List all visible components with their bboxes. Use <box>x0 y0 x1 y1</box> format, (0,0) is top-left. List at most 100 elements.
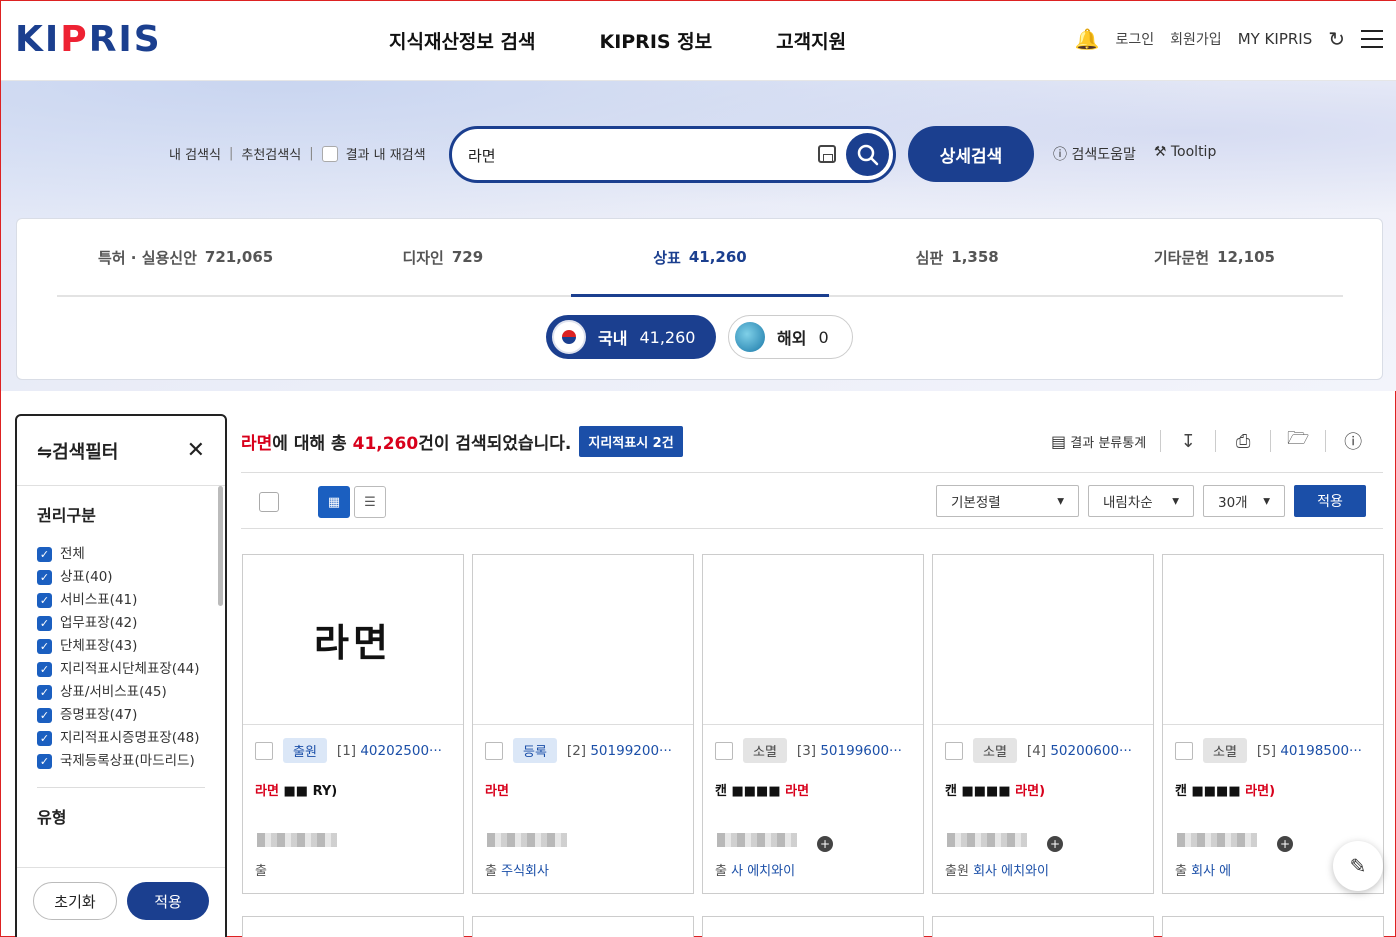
result-card[interactable] <box>472 916 694 937</box>
application-number-link[interactable]: 50200600··· <box>1050 743 1132 759</box>
result-card[interactable] <box>702 916 924 937</box>
applicant: 출 사 에치와이 <box>715 864 796 879</box>
card-checkbox[interactable] <box>1175 741 1193 760</box>
application-number-link[interactable]: 40202500··· <box>360 743 442 759</box>
result-card[interactable] <box>932 916 1154 937</box>
plus-icon[interactable]: + <box>1047 836 1063 852</box>
result-card[interactable]: 라면 출원 [1] 40202500··· 라면 ■■ RY) 출 <box>242 554 464 894</box>
tab-trial[interactable]: 심판 1,358 <box>829 219 1086 295</box>
filter-option[interactable]: ✓ 지리적표시단체표장(44) <box>37 661 205 677</box>
search-box <box>449 126 896 183</box>
trademark-name[interactable]: 라면 <box>485 780 509 799</box>
card-checkbox[interactable] <box>715 741 733 760</box>
filter-option[interactable]: ✓ 업무표장(42) <box>37 615 205 631</box>
plus-icon[interactable]: + <box>1277 836 1293 852</box>
application-number-link[interactable]: 50199600··· <box>820 743 902 759</box>
order-select[interactable]: 내림차순 ▾ <box>1088 485 1194 517</box>
filter-option[interactable]: ✓ 상표/서비스표(45) <box>37 684 205 700</box>
trademark-image[interactable]: 라면 <box>243 555 463 725</box>
filter-option[interactable]: ✓ 국제등록상표(마드리드) <box>37 753 205 769</box>
filter-option[interactable]: ✓ 서비스표(41) <box>37 592 205 608</box>
filter-scrollbar[interactable] <box>218 486 223 606</box>
filter-footer: 초기화 적용 <box>17 867 225 937</box>
sort-select[interactable]: 기본정렬 ▾ <box>936 485 1079 517</box>
edit-icon[interactable]: ✎ <box>1333 841 1383 891</box>
menu-icon[interactable] <box>1361 30 1383 48</box>
card-view-icon[interactable]: ▦ <box>318 486 350 518</box>
plus-icon[interactable]: + <box>817 836 833 852</box>
card-checkbox[interactable] <box>485 741 503 760</box>
info-icon[interactable]: ⓘ <box>1340 428 1366 454</box>
kipris-logo[interactable]: KIPRIS <box>15 19 162 60</box>
filter-option[interactable]: ✓ 증명표장(47) <box>37 707 205 723</box>
result-card[interactable]: 소멸 [4] 50200600··· 캔 ■■■■ 라면) + 출원 회사 에치와… <box>932 554 1154 894</box>
result-card[interactable] <box>1162 916 1384 937</box>
next-row-cards <box>242 916 1384 937</box>
trademark-image[interactable] <box>1163 555 1383 725</box>
result-cards: 라면 출원 [1] 40202500··· 라면 ■■ RY) 출 등록 [2] 5… <box>242 554 1384 894</box>
filter-option[interactable]: ✓ 단체표장(43) <box>37 638 205 654</box>
card-checkbox[interactable] <box>945 741 963 760</box>
globe-icon <box>735 322 765 352</box>
tab-patent[interactable]: 특허 · 실용신안 721,065 <box>57 219 314 295</box>
accessibility-icon[interactable]: ↻ <box>1328 27 1345 51</box>
mykipris-link[interactable]: MY KIPRIS <box>1238 30 1313 48</box>
search-input[interactable] <box>468 141 798 169</box>
application-number-link[interactable]: 40198500··· <box>1280 743 1362 759</box>
tab-design[interactable]: 디자인 729 <box>314 219 571 295</box>
search-help-link[interactable]: ⓘ 검색도움말 <box>1053 144 1136 164</box>
search-button[interactable] <box>846 133 889 176</box>
gnb-kipris-info[interactable]: KIPRIS 정보 <box>599 27 712 54</box>
trademark-name[interactable]: 캔 ■■■■ 라면 <box>715 780 809 799</box>
result-summary: 라면에 대해 총 41,260건이 검색되었습니다. 지리적표시 2건 <box>241 426 683 457</box>
application-number-link[interactable]: 50199200··· <box>590 743 672 759</box>
list-view-icon[interactable]: ☰ <box>354 486 386 518</box>
tab-other-docs[interactable]: 기타문헌 12,105 <box>1086 219 1343 295</box>
trademark-image[interactable] <box>473 555 693 725</box>
status-badge: 소멸 <box>973 738 1017 763</box>
advanced-search-button[interactable]: 상세검색 <box>908 126 1034 182</box>
save-icon[interactable] <box>818 145 836 163</box>
folder-icon[interactable]: 🗁 <box>1285 426 1311 456</box>
filter-option[interactable]: ✓ 지리적표시증명표장(48) <box>37 730 205 746</box>
region-toggle: 국내 41,260 해외 0 <box>546 315 853 359</box>
filter-option[interactable]: ✓ 상표(40) <box>37 569 205 585</box>
region-overseas-button[interactable]: 해외 0 <box>728 315 853 359</box>
applicant: 출원 회사 에치와이 <box>945 864 1049 879</box>
filter-title: ⇋검색필터 <box>37 441 119 463</box>
per-page-select[interactable]: 30개 ▾ <box>1203 485 1285 517</box>
select-all-checkbox[interactable] <box>259 492 279 512</box>
filter-apply-button[interactable]: 적용 <box>127 882 209 920</box>
print-icon[interactable]: ⎙ <box>1230 431 1256 452</box>
gnb-customer-support[interactable]: 고객지원 <box>776 27 846 54</box>
join-link[interactable]: 회원가입 <box>1170 29 1222 49</box>
trademark-name[interactable]: 라면 ■■ RY) <box>255 780 337 799</box>
result-card[interactable]: 등록 [2] 50199200··· 라면 출 주식회사 <box>472 554 694 894</box>
geo-indication-button[interactable]: 지리적표시 2건 <box>579 426 683 457</box>
tab-trademark[interactable]: 상표 41,260 <box>571 219 829 297</box>
research-checkbox[interactable] <box>321 145 338 162</box>
status-badge: 출원 <box>283 738 327 763</box>
recommended-search-link[interactable]: 추천검색식 <box>241 144 301 163</box>
close-icon[interactable]: ✕ <box>187 438 205 463</box>
download-icon[interactable]: ↧ <box>1175 431 1201 452</box>
card-checkbox[interactable] <box>255 741 273 760</box>
tooltip-label: Tooltip <box>1170 144 1217 160</box>
my-search-link[interactable]: 내 검색식 <box>169 144 221 163</box>
stats-button[interactable]: ▤ 결과 분류통계 <box>1051 432 1146 451</box>
filter-reset-button[interactable]: 초기화 <box>33 882 117 920</box>
trademark-image[interactable] <box>933 555 1153 725</box>
trademark-name[interactable]: 캔 ■■■■ 라면) <box>1175 780 1275 799</box>
login-link[interactable]: 로그인 <box>1116 29 1155 49</box>
bell-icon[interactable]: 🔔 <box>1075 27 1100 51</box>
filter-body: 권리구분 ✓ 전체 ✓ 상표(40) ✓ 서비스표(41) ✓ 업무표장(42) ✓ 단체… <box>17 486 225 864</box>
trademark-image[interactable] <box>703 555 923 725</box>
sort-apply-button[interactable]: 적용 <box>1294 485 1366 517</box>
filter-option[interactable]: ✓ 전체 <box>37 546 205 562</box>
result-card[interactable] <box>242 916 464 937</box>
gnb-ip-search[interactable]: 지식재산정보 검색 <box>389 27 535 54</box>
tooltip-link[interactable]: ⚒ Tooltip <box>1154 144 1216 164</box>
region-domestic-button[interactable]: 국내 41,260 <box>546 315 716 359</box>
trademark-name[interactable]: 캔 ■■■■ 라면) <box>945 780 1045 799</box>
result-card[interactable]: 소멸 [3] 50199600··· 캔 ■■■■ 라면 + 출 사 에치와이 <box>702 554 924 894</box>
